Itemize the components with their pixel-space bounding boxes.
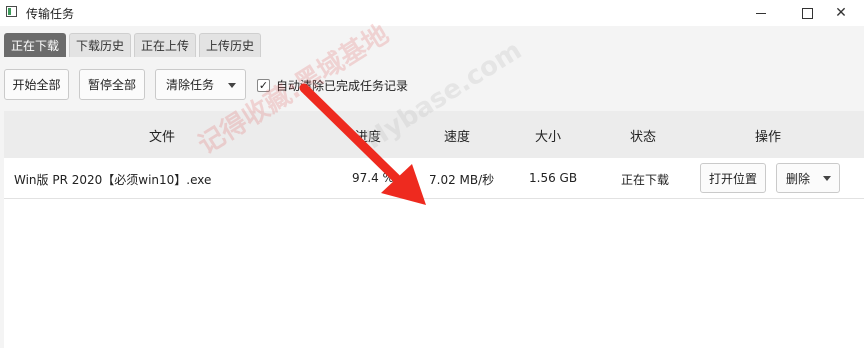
tab-download-history[interactable]: 下载历史 [69, 33, 132, 57]
speed-value: 7.02 MB/秒 [429, 173, 495, 187]
tab-uploading[interactable]: 正在上传 [134, 33, 197, 57]
clear-tasks-label: 清除任务 [166, 78, 215, 92]
auto-clear-checkbox[interactable]: ✓ [257, 79, 270, 92]
table-header: 文件 进度 速度 大小 状态 操作 [4, 111, 864, 158]
auto-clear-option[interactable]: ✓ 自动清除已完成任务记录 [257, 77, 408, 94]
app-icon [6, 6, 17, 17]
window-title: 传输任务 [26, 7, 75, 21]
chevron-down-icon [228, 83, 236, 88]
title-bar: 传输任务 ✕ [0, 0, 864, 26]
maximize-icon [801, 7, 813, 19]
header-progress: 进度 [355, 130, 382, 145]
file-name: Win版 PR 2020【必须win10】.exe [14, 173, 212, 187]
close-icon: ✕ [835, 5, 847, 21]
clear-tasks-dropdown[interactable]: 清除任务 [155, 69, 246, 100]
chevron-down-icon [823, 176, 831, 181]
open-location-button[interactable]: 打开位置 [700, 163, 766, 193]
size-value: 1.56 GB [529, 171, 578, 185]
tab-upload-history[interactable]: 上传历史 [199, 33, 262, 57]
status-value: 正在下载 [621, 173, 670, 187]
minimize-icon [756, 12, 766, 14]
tab-bar: 正在下载 下载历史 正在上传 上传历史 [4, 33, 262, 57]
header-file: 文件 [149, 130, 176, 145]
start-all-button[interactable]: 开始全部 [4, 69, 69, 100]
table-row[interactable]: Win版 PR 2020【必须win10】.exe 97.4 % 7.02 MB… [4, 158, 864, 199]
header-size: 大小 [535, 130, 562, 145]
header-actions: 操作 [755, 130, 782, 145]
tab-downloading[interactable]: 正在下载 [4, 33, 67, 57]
header-status: 状态 [630, 130, 657, 145]
delete-label: 删除 [786, 171, 811, 186]
pause-all-button[interactable]: 暂停全部 [79, 69, 145, 100]
minimize-button[interactable] [738, 0, 784, 26]
close-button[interactable]: ✕ [818, 0, 864, 26]
progress-value: 97.4 % [352, 171, 394, 185]
delete-dropdown[interactable]: 删除 [776, 163, 840, 193]
header-speed: 速度 [444, 130, 471, 145]
transfer-table: 文件 进度 速度 大小 状态 操作 Win版 PR 2020【必须win10】.… [4, 111, 864, 348]
auto-clear-label: 自动清除已完成任务记录 [276, 79, 409, 93]
